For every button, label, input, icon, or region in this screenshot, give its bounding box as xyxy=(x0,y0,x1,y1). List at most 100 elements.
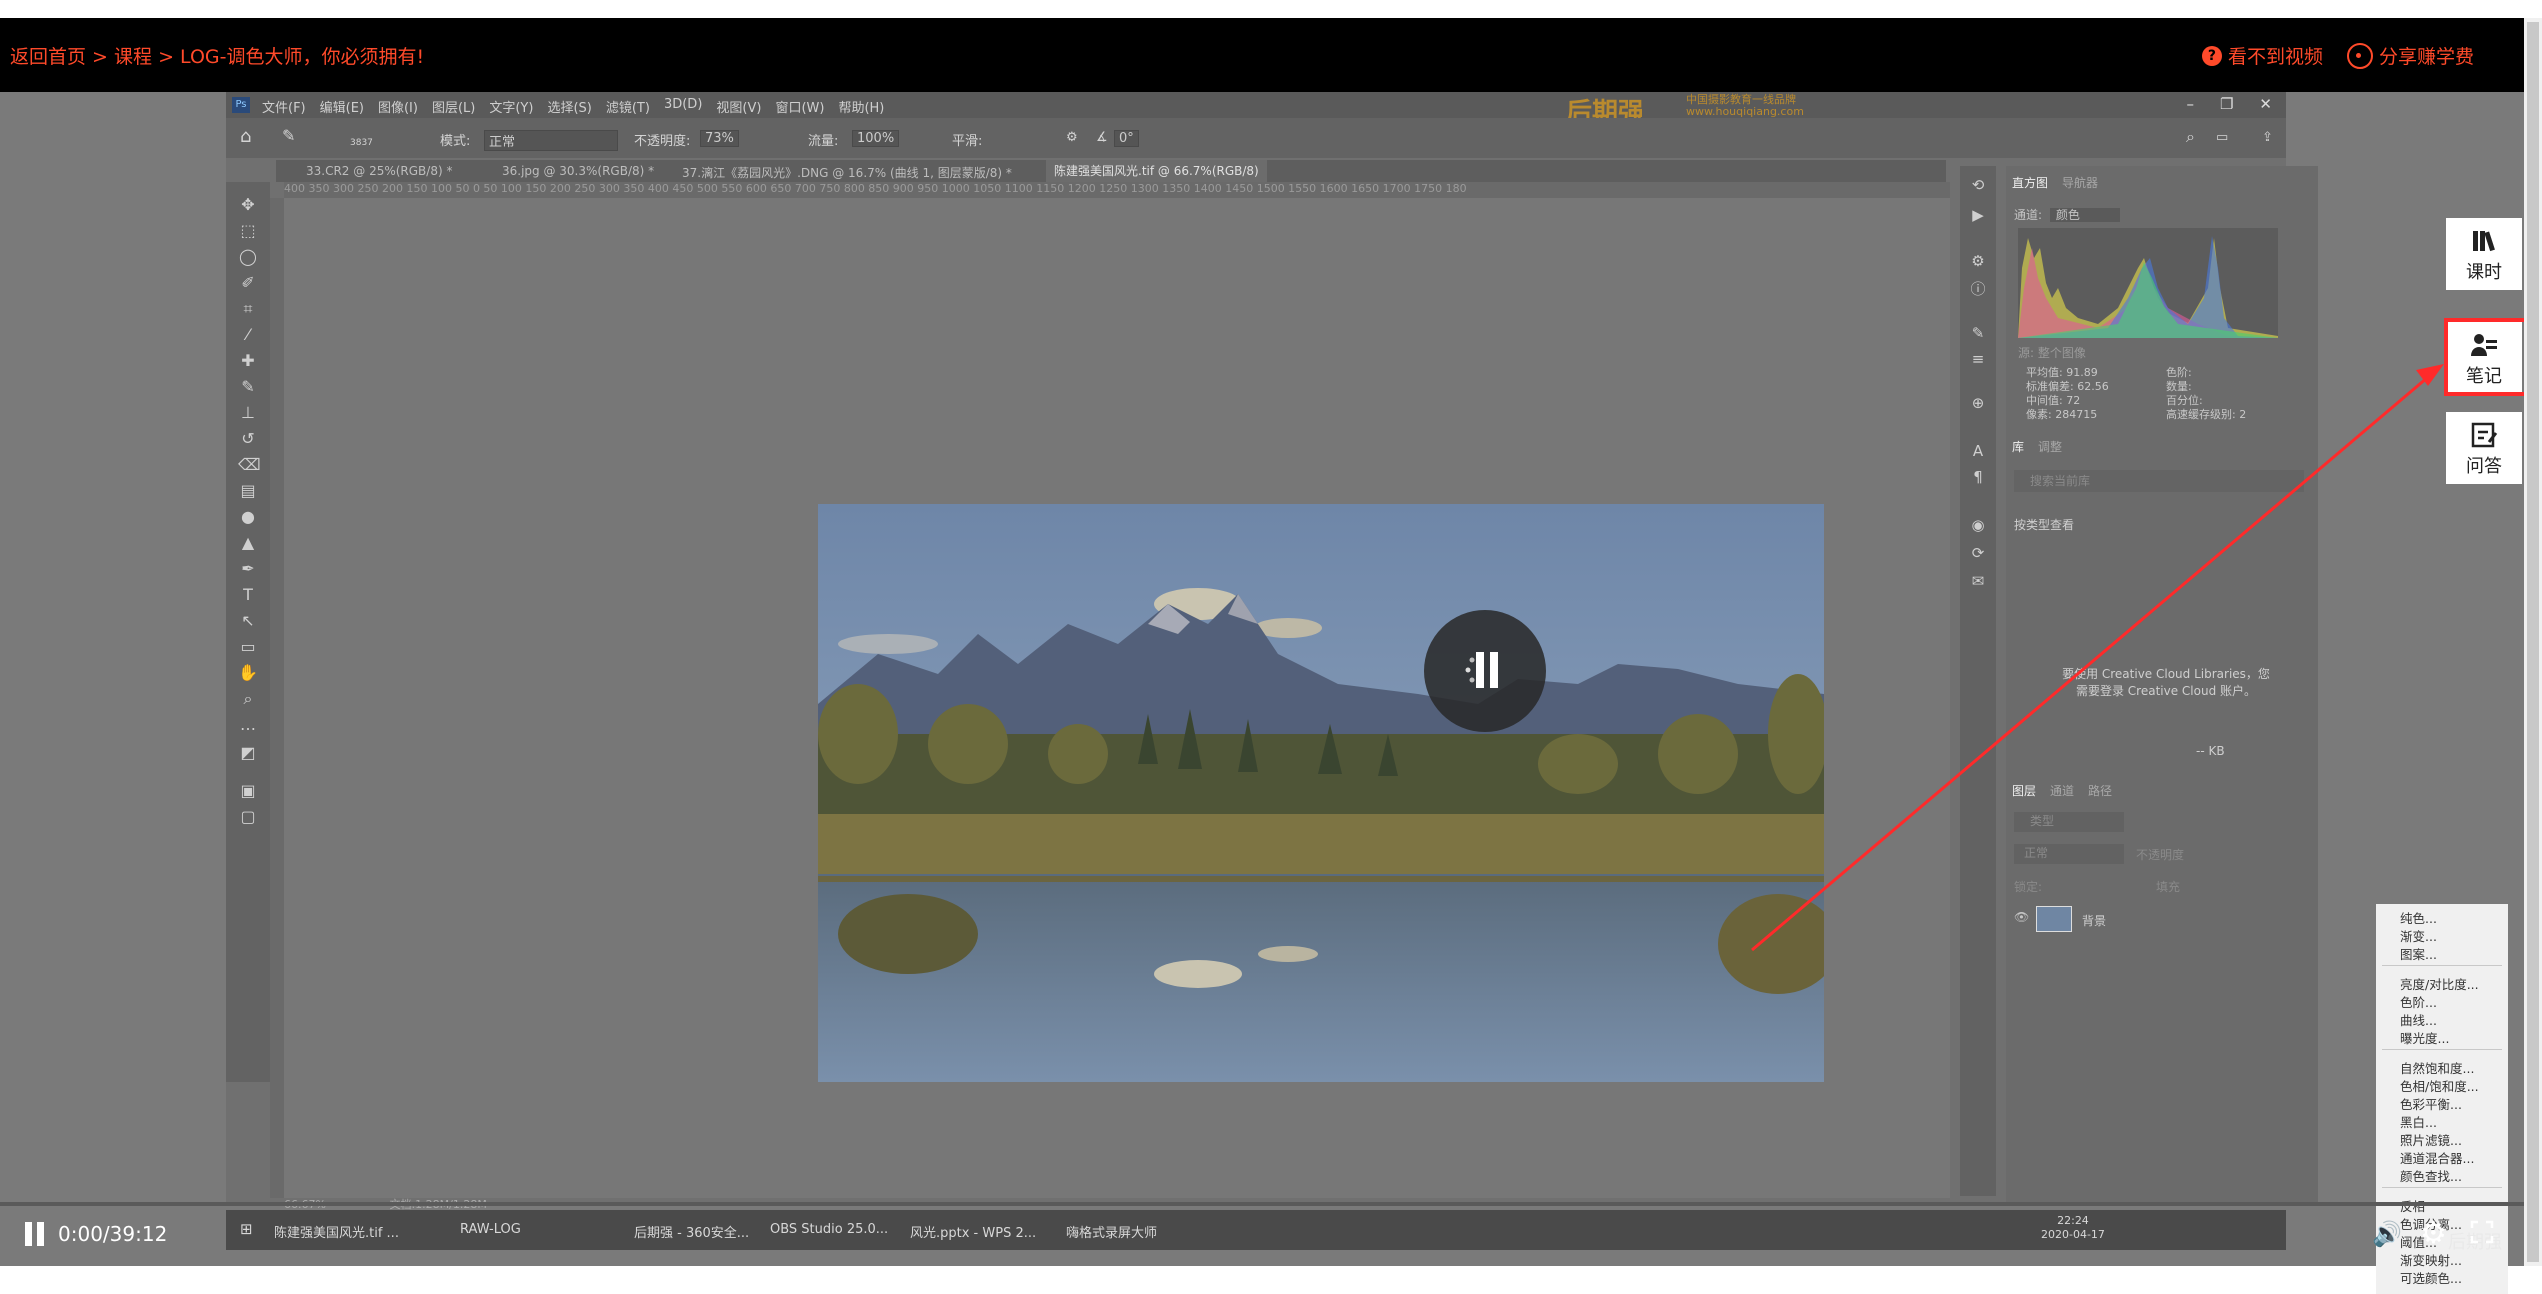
histogram-graph xyxy=(2018,228,2278,338)
tab-adjustments[interactable]: 调整 xyxy=(2038,440,2062,454)
qa-button[interactable]: 问答 xyxy=(2446,412,2522,484)
video-player[interactable]: Ps 文件(F) 编辑(E) 图像(I) 图层(L) 文字(Y) 选择(S) 滤镜(T) 3D… xyxy=(0,92,2524,1294)
tab-histogram[interactable]: 直方图 xyxy=(2012,176,2048,190)
ps-toolbar: ✥ ⬚ ◯ ✐ ⌗ ⁄ ✚ ✎ ⊥ ↺ ⌫ ▤ ● ▲ ✒ T ↖ ▭ ✋ ⌕ … xyxy=(226,182,270,1082)
quick-mask-icon: ▣ xyxy=(240,781,256,800)
character-icon: A xyxy=(1972,442,1984,460)
layer-row-background[interactable]: 👁 背景 xyxy=(2010,904,2310,934)
ps-menubar: Ps 文件(F) 编辑(E) 图像(I) 图层(L) 文字(Y) 选择(S) 滤镜(T) 3D… xyxy=(226,92,2286,128)
center-pause-button[interactable] xyxy=(1424,610,1546,732)
share-out-icon: ⇪ xyxy=(2262,130,2273,145)
adjustment-menu-item[interactable]: 渐变... xyxy=(2400,926,2437,945)
ps-document-tab[interactable]: 33.CR2 @ 25%(RGB/8) * xyxy=(306,164,452,178)
close-icon: ✕ xyxy=(2259,95,2272,113)
adjustment-menu-item[interactable]: 照片滤镜... xyxy=(2400,1130,2462,1149)
lessons-button[interactable]: 课时 xyxy=(2446,218,2522,290)
blend-mode-select[interactable]: 正常 xyxy=(2014,844,2124,864)
history-icon: ⟲ xyxy=(1971,176,1985,194)
adjustment-menu-item[interactable]: 纯色... xyxy=(2400,908,2437,927)
ps-menu-item[interactable]: 文字(Y) xyxy=(489,97,533,116)
opacity-field: 73% xyxy=(696,130,739,147)
histogram-stats-left: 平均值: 91.89 标准偏差: 62.56 中间值: 72 像素: 28471… xyxy=(2026,366,2109,422)
ps-document-tab[interactable]: 37.漓江《荔园风光》.DNG @ 16.7% (曲线 1, 图层蒙版/8) * xyxy=(682,164,1012,181)
ps-right-panels: 直方图 导航器 通道: 颜色 源: 整个图像 平均值: 91.89 标准偏差: … xyxy=(2006,166,2318,1206)
player-controls: 0:00/39:12 🔊 ⚙ 后期强 xyxy=(0,1202,2524,1266)
ps-menu-item[interactable]: 图层(L) xyxy=(432,97,475,116)
restore-icon: ❐ xyxy=(2219,95,2234,113)
lessons-label: 课时 xyxy=(2466,262,2502,283)
volume-icon[interactable]: 🔊 xyxy=(2372,1220,2402,1248)
adjustment-menu-item[interactable]: 色阶... xyxy=(2400,992,2437,1011)
ps-menu-item[interactable]: 视图(V) xyxy=(716,97,761,116)
ps-menu-item[interactable]: 选择(S) xyxy=(547,97,591,116)
tab-navigator[interactable]: 导航器 xyxy=(2062,176,2098,190)
crop-tool-icon: ⌗ xyxy=(243,299,253,318)
glyphs-icon: ✉ xyxy=(1971,572,1985,590)
course-header: 返回首页 > 课程 > LOG-调色大师，你必须拥有! ? 看不到视频 分享赚学… xyxy=(0,18,2524,92)
page-scrollbar[interactable] xyxy=(2524,18,2542,1266)
breadcrumb-course-link[interactable]: 课程 xyxy=(114,46,152,68)
ps-menu-item[interactable]: 图像(I) xyxy=(378,97,418,116)
tab-channels[interactable]: 通道 xyxy=(2050,784,2074,798)
adjustment-menu-item[interactable]: 曝光度... xyxy=(2400,1028,2449,1047)
share-earn-link[interactable]: 分享赚学费 xyxy=(2346,42,2474,69)
pause-button[interactable] xyxy=(22,1220,50,1248)
header-actions: ? 看不到视频 分享赚学费 xyxy=(2201,42,2474,69)
adjustment-menu-item[interactable]: 色彩平衡... xyxy=(2400,1094,2462,1113)
brush-icon: ✎ xyxy=(241,377,255,396)
ps-menu-item[interactable]: 编辑(E) xyxy=(320,97,364,116)
ps-menu-item[interactable]: 3D(D) xyxy=(664,97,702,116)
menu-separator xyxy=(2382,1049,2502,1050)
adjustment-menu-item[interactable]: 自然饱和度... xyxy=(2400,1058,2474,1077)
histogram-chart xyxy=(2018,236,2278,338)
fullscreen-icon[interactable] xyxy=(2470,1220,2494,1244)
breadcrumb-home-link[interactable]: 返回首页 xyxy=(10,46,86,68)
eye-icon[interactable]: 👁 xyxy=(2014,910,2029,924)
brand-subtitle-line2: www.houqiqiang.com xyxy=(1686,105,1804,118)
search-icon: ⌕ xyxy=(2186,127,2195,146)
fill-label: 填充 xyxy=(2156,880,2181,894)
history-brush-icon: ↺ xyxy=(241,429,255,448)
histogram-tabs: 直方图 导航器 xyxy=(2012,174,2112,191)
ps-panel-icons: ⟲ ▶ ⚙ ⓘ ✎ ≡ ⊕ A ¶ ◉ ⟳ ✉ xyxy=(1960,166,1996,1196)
healing-icon: ✚ xyxy=(241,351,255,370)
tab-paths[interactable]: 路径 xyxy=(2088,784,2112,798)
library-search-input[interactable]: 搜索当前库 xyxy=(2014,470,2304,492)
std-value: 62.56 xyxy=(2077,380,2109,393)
ps-menu-item[interactable]: 滤镜(T) xyxy=(606,97,650,116)
ps-document-tab[interactable]: 陈建强美国风光.tif @ 66.7%(RGB/8) xyxy=(1046,160,1267,182)
adjustment-menu-item[interactable]: 色相/饱和度... xyxy=(2400,1076,2479,1095)
settings-gear-icon[interactable]: ⚙ xyxy=(2420,1216,2447,1251)
layer-kind-filter[interactable]: 类型 xyxy=(2014,812,2124,832)
ps-menu-item[interactable]: 窗口(W) xyxy=(775,97,824,116)
hand-icon: ✋ xyxy=(238,663,258,682)
ps-menu-item[interactable]: 帮助(H) xyxy=(838,97,884,116)
ps-document-tab[interactable]: 36.jpg @ 30.3%(RGB/8) * xyxy=(502,164,654,178)
adjustment-menu-item[interactable]: 亮度/对比度... xyxy=(2400,974,2479,993)
tab-libraries[interactable]: 库 xyxy=(2012,440,2024,454)
pause-bar-left xyxy=(1476,652,1484,688)
path-select-icon: ↖ xyxy=(241,611,255,630)
adjust-sliders-icon: ≡ xyxy=(1971,350,1985,368)
actions-play-icon: ▶ xyxy=(1972,206,1984,224)
view-by-type[interactable]: 按类型查看 xyxy=(2014,516,2074,533)
brush-tool-icon: ✎ xyxy=(282,126,296,145)
adjustment-menu-item[interactable]: 颜色查找... xyxy=(2400,1166,2462,1185)
adjustment-menu-item[interactable]: 图案... xyxy=(2400,944,2437,963)
ps-menu-item[interactable]: 文件(F) xyxy=(262,97,306,116)
angle-icon: ∡ xyxy=(1096,130,1108,145)
adjustment-menu-item[interactable]: 通道混合器... xyxy=(2400,1148,2474,1167)
share-icon xyxy=(2346,42,2373,69)
adjustment-menu-item[interactable]: 可选颜色... xyxy=(2400,1268,2462,1287)
scrollbar-thumb[interactable] xyxy=(2527,22,2539,1262)
adjustment-menu-item[interactable]: 曲线... xyxy=(2400,1010,2437,1029)
cant-see-video-link[interactable]: ? 看不到视频 xyxy=(2201,42,2323,69)
library-login-note: 要使用 Creative Cloud Libraries，您 需要登录 Crea… xyxy=(2046,666,2286,700)
adjustment-menu-item[interactable]: 黑白... xyxy=(2400,1112,2437,1131)
mode-select: 正常 xyxy=(480,130,618,151)
source-value: 整个图像 xyxy=(2037,346,2086,360)
channel-select[interactable]: 颜色 xyxy=(2049,208,2120,222)
tab-layers[interactable]: 图层 xyxy=(2012,784,2036,798)
channel-row: 通道: 颜色 xyxy=(2014,206,2120,223)
histogram-stats-right: 色阶: 数量: 百分位: 高速缓存级别: 2 xyxy=(2166,366,2246,422)
